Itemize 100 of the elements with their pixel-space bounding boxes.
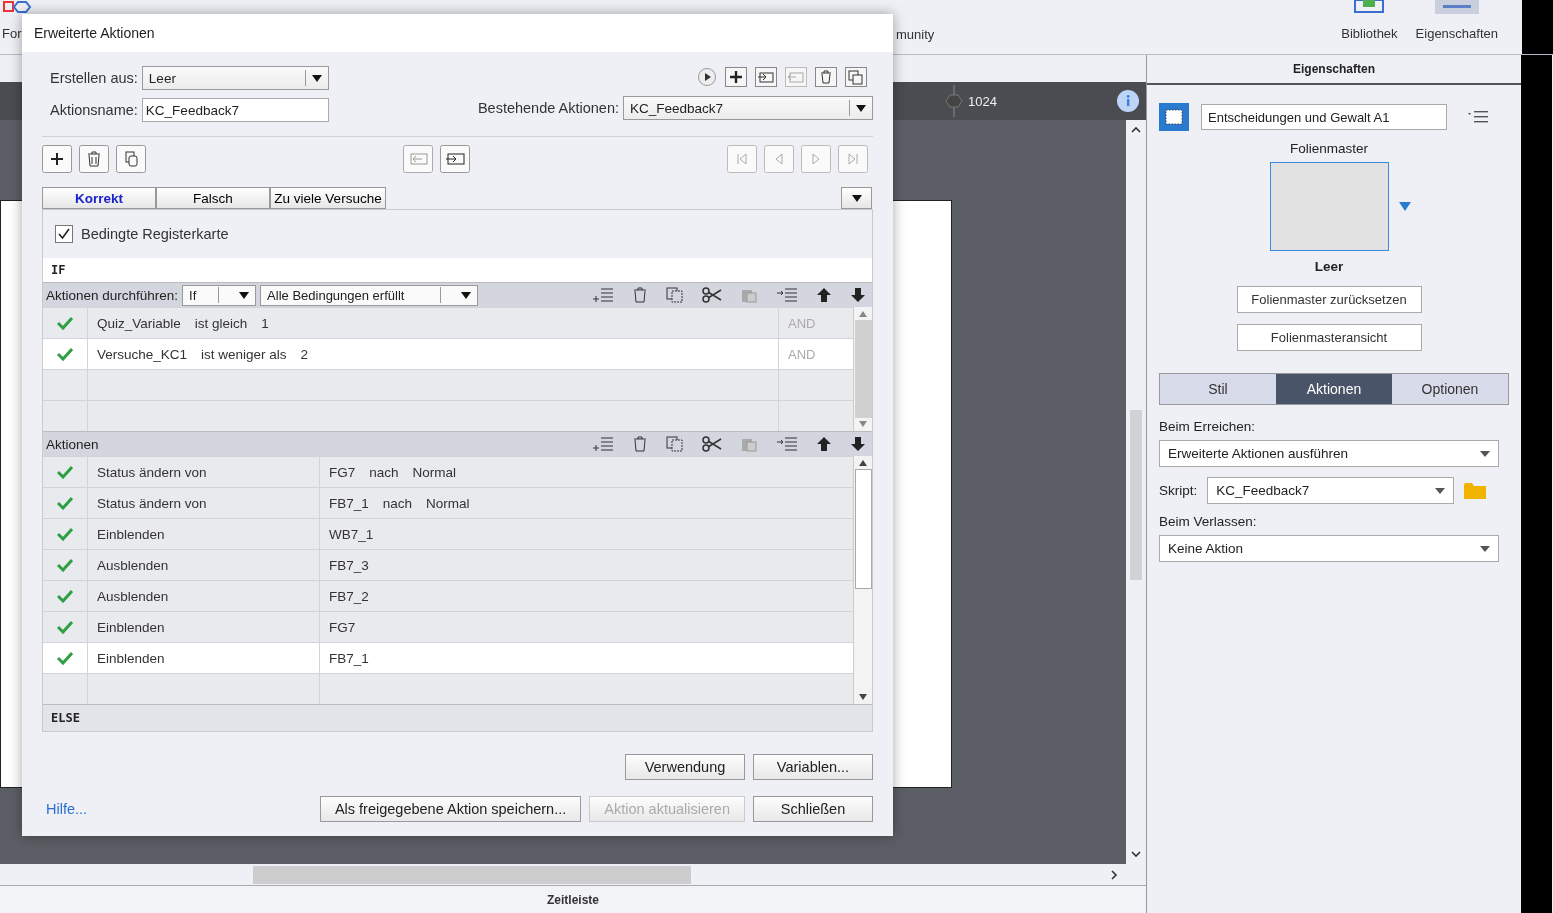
- panel-action-button[interactable]: Folienmaster zurücksetzen: [1236, 286, 1422, 313]
- properties-tab[interactable]: Optionen: [1392, 374, 1508, 404]
- arrow-down-icon[interactable]: [850, 436, 866, 452]
- field-label: Beim Verlassen:: [1159, 514, 1258, 529]
- scissors-icon[interactable]: [702, 436, 722, 452]
- field-label: Skript:: [1159, 483, 1198, 498]
- trash-icon[interactable]: [632, 287, 648, 303]
- field-label: Bestehende Aktionen:: [477, 100, 619, 116]
- plus-icon[interactable]: [725, 67, 747, 87]
- action-row[interactable]: Status ändern von FG7 nach Normal: [43, 456, 853, 487]
- dialog-button[interactable]: Schließen: [753, 796, 873, 822]
- section-label: Aktionen: [46, 436, 99, 452]
- table-cell: FG7: [329, 619, 356, 635]
- tab[interactable]: Zu viele Versuche: [270, 187, 386, 209]
- table-cell: nach: [369, 464, 399, 480]
- table-cell: Normal: [412, 464, 457, 480]
- trash-icon[interactable]: [79, 145, 109, 173]
- scroll-up-icon[interactable]: [1131, 126, 1141, 134]
- panel-action-button[interactable]: Folienmasteransicht: [1236, 324, 1422, 351]
- dialog-button[interactable]: Verwendung: [625, 754, 745, 780]
- insert-row-icon[interactable]: [776, 287, 798, 303]
- insert-row-icon[interactable]: [592, 287, 614, 303]
- import-icon[interactable]: [755, 67, 777, 87]
- scrollbar-thumb[interactable]: [1130, 410, 1142, 580]
- table-cell: FB7_3: [329, 557, 369, 573]
- table-cell: Status ändern von: [97, 495, 207, 511]
- table-cell: ist gleich: [194, 315, 248, 331]
- properties-tab[interactable]: Stil: [1160, 374, 1276, 404]
- action-row[interactable]: Einblenden WB7_1: [43, 518, 853, 549]
- scrollbar-thumb[interactable]: [854, 469, 872, 589]
- panel-icon: [1434, 0, 1479, 14]
- action-row[interactable]: Einblenden FG7: [43, 611, 853, 642]
- info-icon[interactable]: [1117, 90, 1139, 112]
- scroll-right-icon[interactable]: [1110, 869, 1118, 880]
- scissors-icon[interactable]: [702, 287, 722, 303]
- insert-row-icon[interactable]: [776, 436, 798, 452]
- caret-icon: [1480, 450, 1490, 457]
- dropdown[interactable]: Keine Aktion: [1159, 535, 1499, 562]
- checkbox[interactable]: [55, 225, 73, 243]
- action-row[interactable]: Ausblenden FB7_2: [43, 580, 853, 611]
- field-label: Erstellen aus:: [50, 70, 138, 86]
- dropdown[interactable]: KC_Feedback7: [1207, 477, 1455, 504]
- slide-name-field[interactable]: Entscheidungen und Gewalt A1: [1201, 104, 1447, 130]
- dropdown[interactable]: Alle Bedingungen erfüllt: [260, 284, 479, 306]
- action-row[interactable]: Ausblenden FB7_3: [43, 549, 853, 580]
- action-row[interactable]: Einblenden FB7_1: [43, 642, 853, 673]
- checkbox-label: Bedingte Registerkarte: [81, 226, 229, 242]
- tab[interactable]: Korrekt: [42, 187, 156, 209]
- dialog-button[interactable]: Variablen...: [753, 754, 873, 780]
- add-icon[interactable]: [42, 145, 72, 173]
- toolbar-label[interactable]: munity: [896, 27, 935, 42]
- input-field[interactable]: KC_Feedback7: [141, 98, 329, 122]
- tab-menu-button[interactable]: [841, 187, 872, 209]
- trash-icon[interactable]: [632, 436, 648, 452]
- dropdown[interactable]: Erweiterte Aktionen ausführen: [1159, 440, 1499, 467]
- table-cell: Quiz_Variable: [97, 315, 181, 331]
- scrollbar-thumb[interactable]: [854, 320, 872, 418]
- arrow-down-icon[interactable]: [850, 287, 866, 303]
- dropdown[interactable]: Leer: [141, 66, 329, 90]
- table-cell: 1: [261, 315, 269, 331]
- help-link[interactable]: Hilfe...: [46, 801, 88, 817]
- scroll-up-icon[interactable]: [859, 460, 867, 466]
- menu-icon[interactable]: [1467, 110, 1489, 124]
- dropdown[interactable]: KC_Feedback7: [623, 96, 873, 120]
- section-label: ELSE: [51, 711, 80, 725]
- table-cell: AND: [788, 346, 816, 362]
- arrow-up-icon[interactable]: [816, 436, 832, 452]
- play-icon[interactable]: [697, 67, 717, 87]
- copy-icon[interactable]: [666, 287, 684, 303]
- check-icon: [57, 316, 73, 330]
- table-cell: Ausblenden: [97, 588, 169, 604]
- arrow-up-icon[interactable]: [816, 287, 832, 303]
- properties-tab[interactable]: Aktionen: [1276, 374, 1392, 404]
- ruler-value: 1024: [968, 93, 997, 109]
- scroll-down-icon[interactable]: [859, 694, 867, 700]
- tab[interactable]: Falsch: [156, 187, 270, 209]
- trash-icon[interactable]: [815, 67, 837, 87]
- dialog-button[interactable]: Als freigegebene Aktion speichern...: [319, 796, 582, 822]
- scroll-down-icon[interactable]: [1131, 850, 1141, 858]
- table-cell: AND: [788, 315, 816, 331]
- insert-row-icon[interactable]: [592, 436, 614, 452]
- dropdown[interactable]: If: [182, 284, 257, 306]
- caret-icon: [1435, 487, 1446, 494]
- table-cell: nach: [382, 495, 413, 511]
- action-row[interactable]: Status ändern von FB7_1 nach Normal: [43, 487, 853, 518]
- caret-icon[interactable]: [1398, 201, 1411, 212]
- panel-title[interactable]: Zeitleiste: [547, 892, 599, 907]
- condition-row[interactable]: Versuche_KC1 ist weniger als 2 AND: [43, 338, 853, 369]
- field-label: Beim Erreichen:: [1159, 419, 1257, 434]
- panel-button[interactable]: Bibliothek: [1339, 0, 1400, 41]
- copy-icon[interactable]: [116, 145, 146, 173]
- duplicate-icon[interactable]: [845, 67, 867, 87]
- table-cell: FB7_1: [329, 495, 369, 511]
- copy-icon[interactable]: [666, 436, 684, 452]
- master-thumbnail[interactable]: [1269, 162, 1389, 251]
- panel-button[interactable]: Eigenschaften: [1413, 0, 1500, 41]
- condition-row[interactable]: Quiz_Variable ist gleich 1 AND: [43, 307, 853, 338]
- table-cell: Einblenden: [97, 526, 165, 542]
- import-icon[interactable]: [440, 145, 470, 173]
- scrollbar-thumb[interactable]: [253, 865, 691, 884]
